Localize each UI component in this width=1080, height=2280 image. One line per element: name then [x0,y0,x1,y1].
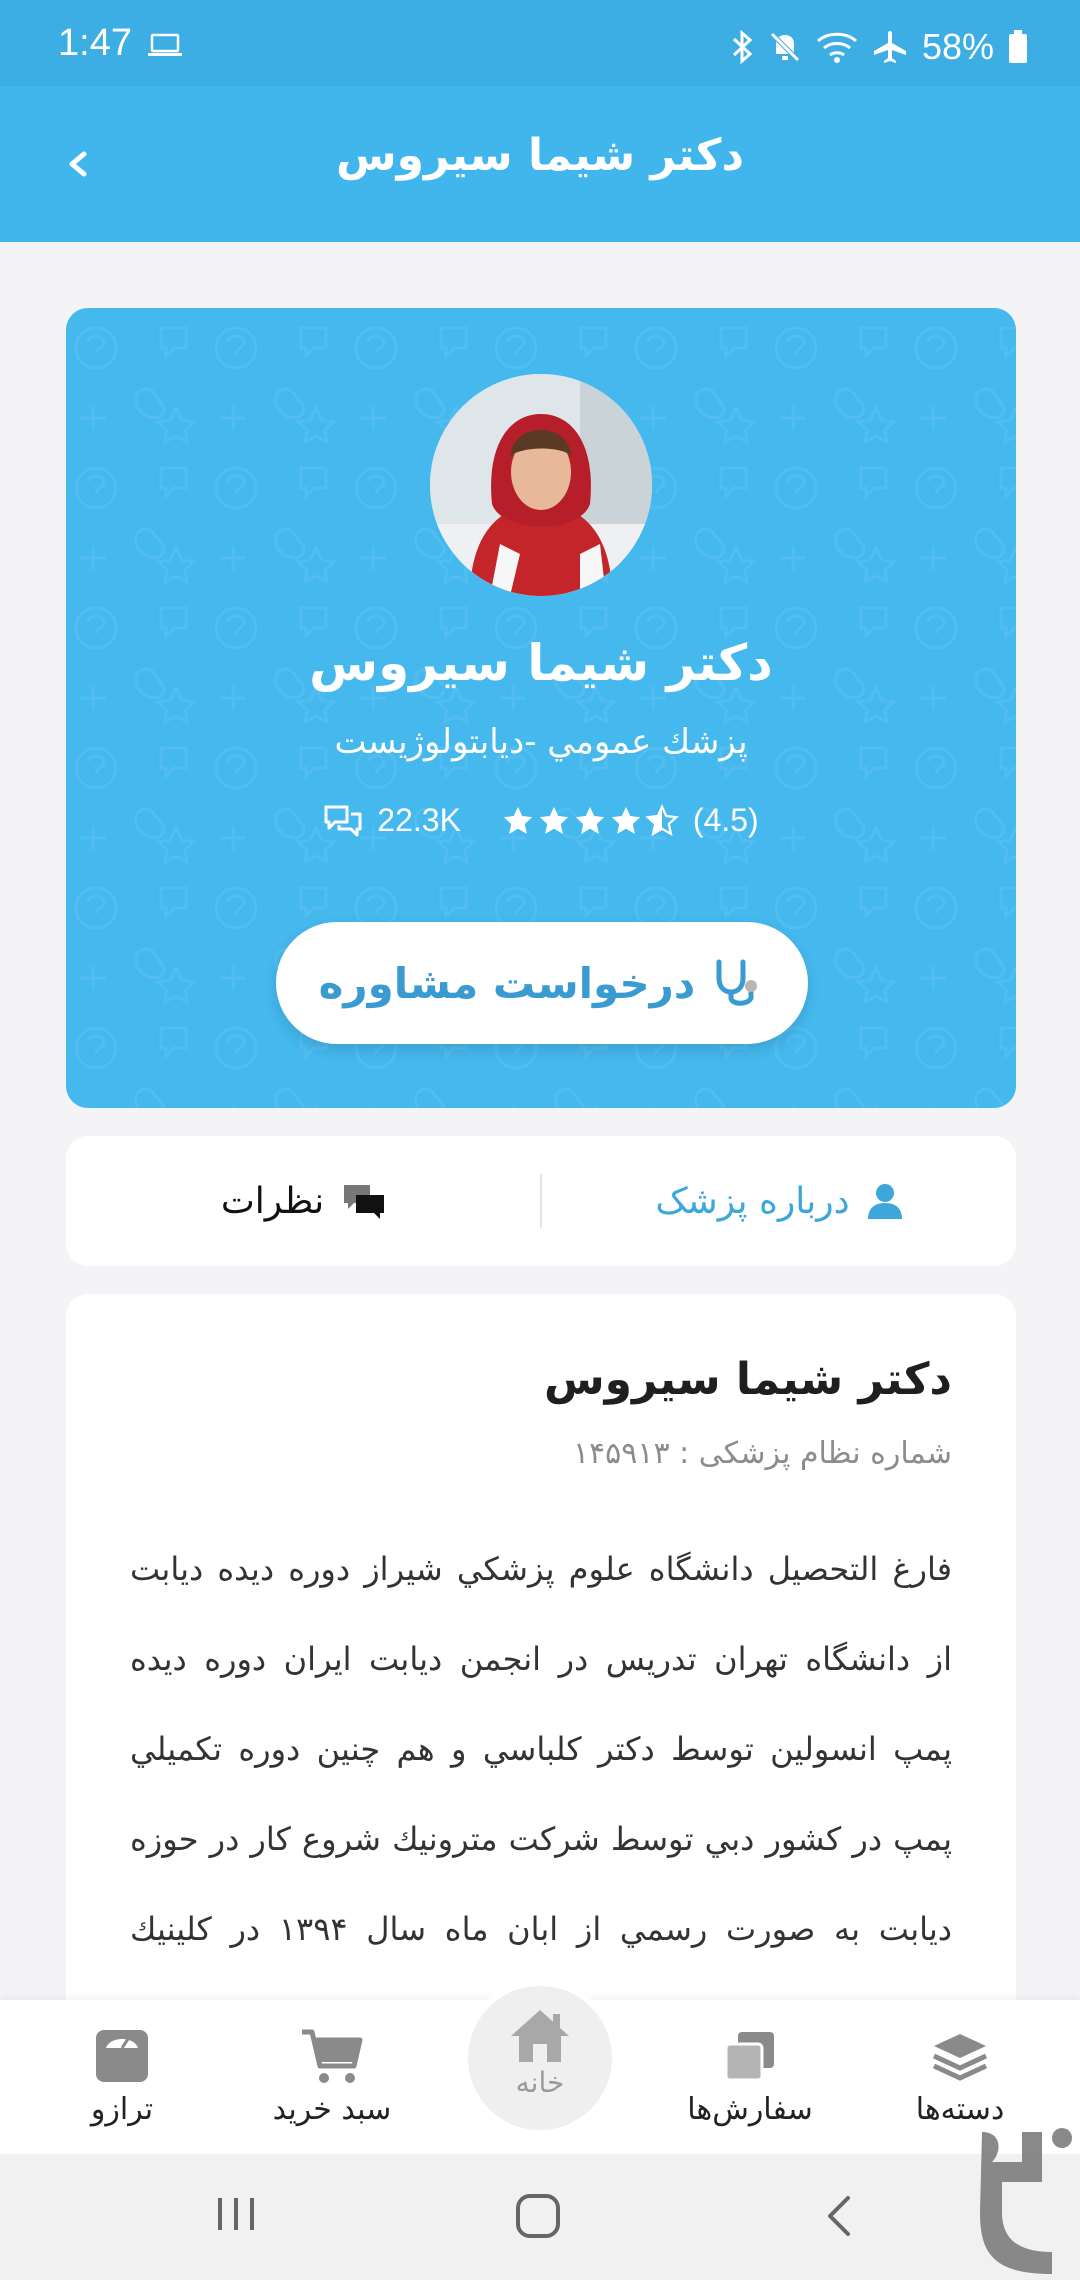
stethoscope-icon [716,959,758,1006]
doctor-photo [430,374,652,596]
home-button-icon[interactable] [514,2192,562,2240]
mute-icon [770,32,800,62]
airplane-icon [873,31,906,63]
nav-cart-label: سبد خرید [272,2092,392,2127]
doctor-name: دکتر شیما سیروس [309,634,773,692]
battery-icon [1009,30,1027,63]
bluetooth-icon [732,30,753,64]
tab-about-label: درباره پزشک [655,1180,850,1222]
medical-license-number: شماره نظام پزشکی : ۱۴۵۹۱۳ [572,1436,952,1471]
app-bar: دکتر شیما سیروس [0,86,1080,242]
tab-comments[interactable]: نظرات [66,1136,541,1266]
profile-tabs: درباره پزشک نظرات [66,1136,1016,1266]
scale-icon [96,2030,148,2082]
doctor-stats: 22.3K (4.5) [66,802,1016,839]
tab-comments-label: نظرات [220,1180,325,1222]
laptop-icon [148,33,182,56]
nav-cart[interactable]: سبد خرید [232,2026,432,2146]
doctor-profile-card: دکتر شیما سیروس پزشك عمومي -ديابتولوژيست… [66,308,1016,1108]
tab-about-doctor[interactable]: درباره پزشک [541,1136,1016,1266]
about-doctor-name: دکتر شیما سیروس [543,1354,952,1405]
request-consultation-label: درخواست مشاوره [318,958,696,1008]
rating: (4.5) [501,802,759,839]
nav-home-label: خانه [515,2066,565,2099]
comments-icon [344,1185,385,1219]
consultation-count: 22.3K [323,802,461,839]
store-watermark-logo [980,2128,1072,2274]
star-icon [611,806,641,834]
back-button-icon[interactable] [820,2192,860,2240]
doctor-specialty: پزشك عمومي -ديابتولوژيست [334,722,748,762]
status-icons: 58% [730,26,1028,68]
recent-apps-icon[interactable] [214,2192,258,2236]
orders-icon [724,2032,774,2082]
nav-scale[interactable]: ترازو [22,2026,222,2146]
system-navigation-bar [0,2154,1080,2280]
home-icon [511,2010,569,2062]
status-bar: 1:47 58% [0,0,1080,86]
page-title: دکتر شیما سیروس [335,130,745,181]
status-time: 1:47 [58,22,132,64]
rating-value: (4.5) [692,802,759,838]
star-icon [539,806,569,834]
nav-home[interactable]: خانه [462,1980,618,2136]
battery-percent: 58% [921,26,994,67]
half-star-icon [645,803,679,836]
bottom-navigation: دسته‌ها سفارش‌ها خانه سبد خرید ترازو [0,1980,1080,2154]
cart-icon [302,2029,363,2083]
wifi-icon [816,32,857,63]
request-consultation-button[interactable]: درخواست مشاوره [276,922,808,1044]
user-icon [867,1184,902,1219]
star-icon [503,806,533,834]
nav-orders[interactable]: سفارش‌ها [650,2026,850,2146]
rating-stars [501,803,679,838]
star-icon [575,806,605,834]
doctor-bio: فارغ التحصيل دانشگاه علوم پزشكي شيراز دو… [130,1550,953,2038]
nav-scale-label: ترازو [90,2092,154,2127]
nav-orders-label: سفارش‌ها [687,2092,813,2127]
consultation-count-value: 22.3K [377,802,461,838]
layers-icon [932,2034,988,2081]
doctor-avatar [430,374,652,596]
about-doctor-section: دکتر شیما سیروس شماره نظام پزشکی : ۱۴۵۹۱… [66,1294,1016,2054]
chat-bubbles-icon [324,805,362,836]
